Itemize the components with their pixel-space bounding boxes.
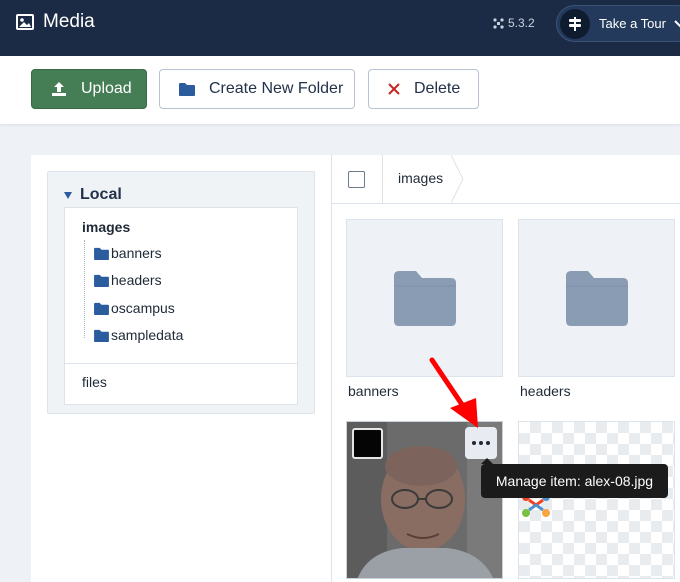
close-icon [388, 83, 400, 95]
tree-item-sampledata[interactable]: sampledata [94, 327, 183, 343]
tree-item-label: headers [111, 272, 162, 288]
version-label: 5.3.2 [493, 16, 535, 30]
divider [331, 204, 332, 582]
page-title: Media [43, 11, 95, 32]
manage-item-tooltip: Manage item: alex-08.jpg [481, 458, 668, 498]
image-icon [16, 14, 34, 30]
take-a-tour-button[interactable]: Take a Tour [556, 5, 680, 42]
delete-label: Delete [414, 80, 461, 97]
folder-icon [179, 83, 195, 96]
annotation-arrow-icon [429, 357, 478, 428]
folder-icon [394, 271, 456, 326]
tour-label: Take a Tour [599, 16, 666, 31]
create-new-folder-button[interactable]: Create New Folder [159, 69, 355, 109]
upload-button[interactable]: Upload [31, 69, 147, 109]
folder-icon [566, 271, 628, 326]
app-header: Media 5.3.2 Take a Tour [0, 0, 680, 56]
select-all-checkbox[interactable] [348, 171, 365, 188]
dot [472, 441, 476, 445]
tree-item-banners[interactable]: banners [94, 245, 162, 261]
adapter-toggle[interactable]: Local [64, 186, 122, 204]
upload-label: Upload [81, 80, 132, 97]
breadcrumb-separator-icon [451, 155, 464, 204]
toolbar: Upload Create New Folder Delete [0, 56, 680, 124]
select-item-checkbox[interactable] [352, 428, 383, 459]
tree-divider [65, 363, 297, 364]
joomla-icon [493, 17, 504, 29]
tree-item-label: banners [111, 245, 162, 261]
tree-item-label: sampledata [111, 327, 184, 343]
version-number: 5.3.2 [508, 16, 535, 30]
tree-item-label: oscampus [111, 300, 175, 316]
tree-item-oscampus[interactable]: oscampus [94, 300, 175, 316]
divider [382, 155, 383, 203]
folder-name: banners [348, 383, 399, 399]
upload-icon [52, 82, 66, 96]
folder-icon [94, 247, 109, 260]
delete-button[interactable]: Delete [368, 69, 479, 109]
breadcrumb-images[interactable]: images [398, 170, 443, 186]
tree-item-headers[interactable]: headers [94, 272, 162, 288]
folder-tile-headers[interactable] [518, 219, 675, 377]
tree-item-images[interactable]: images [82, 219, 130, 235]
folder-name: headers [520, 383, 571, 399]
dot [486, 441, 490, 445]
folder-icon [94, 274, 109, 287]
caret-down-icon [64, 191, 72, 199]
create-folder-label: Create New Folder [209, 80, 344, 97]
dot [479, 441, 483, 445]
chevron-down-icon [674, 19, 680, 27]
adapter-label: Local [80, 186, 122, 203]
browser-toolbar [331, 155, 680, 204]
folder-tile-banners[interactable] [346, 219, 503, 377]
tree-item-files[interactable]: files [82, 374, 107, 390]
tree-guide-line [84, 240, 85, 338]
folder-icon [94, 302, 109, 315]
signpost-icon [560, 8, 590, 39]
folder-icon [94, 329, 109, 342]
